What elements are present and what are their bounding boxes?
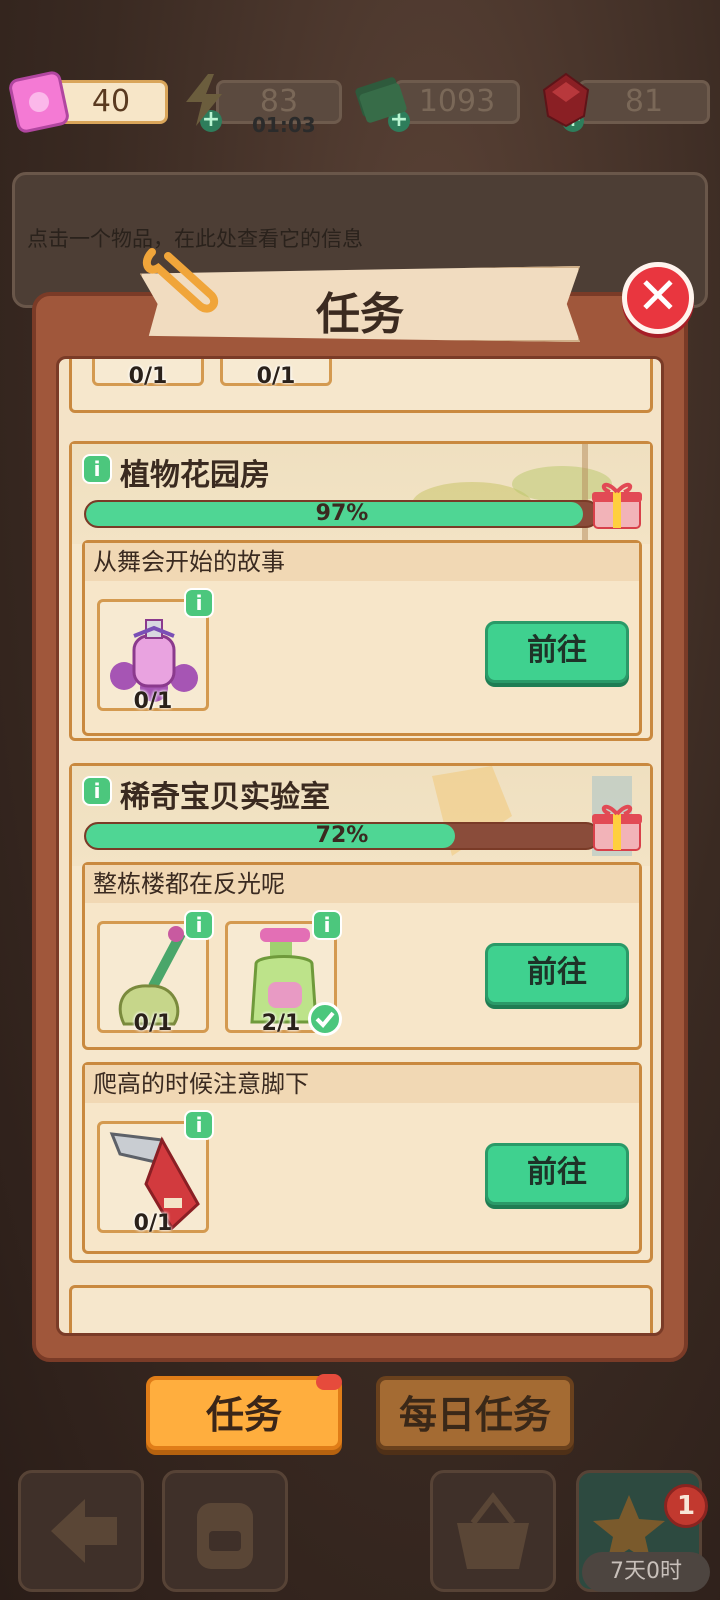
notification-dot (316, 1374, 342, 1390)
item-count: 0/1 (128, 364, 168, 389)
basket-icon (457, 1492, 529, 1569)
item-slot[interactable]: 0/1 (92, 359, 204, 389)
progress-percent: 72% (315, 823, 369, 848)
gift-box-icon[interactable] (590, 478, 644, 532)
task-list-scroll[interactable]: 0/1 0/1 i 植物花园房 97% 从舞会开始的故事 i 0/1 前往 i … (56, 356, 664, 1336)
item-info-icon[interactable]: i (312, 910, 342, 940)
item-slot[interactable]: 0/1 (220, 359, 332, 389)
backpack-button[interactable] (162, 1470, 288, 1592)
tasks-modal: 0/1 0/1 i 植物花园房 97% 从舞会开始的故事 i 0/1 前往 i … (32, 292, 688, 1362)
task-title: 整栋楼都在反光呢 (85, 865, 639, 903)
group-info-icon[interactable]: i (82, 454, 112, 484)
item-info-icon[interactable]: i (184, 588, 214, 618)
close-button[interactable]: ✕ (622, 262, 694, 334)
item-count: 0/1 (256, 364, 296, 389)
task-group-rare-lab: i 稀奇宝贝实验室 72% 整栋楼都在反光呢 i 0/1 i 2/1 前往 爬高… (69, 763, 653, 1263)
task-group-next-partial (69, 1285, 653, 1333)
ruby-icon (542, 72, 590, 128)
shop-basket-button[interactable] (430, 1470, 556, 1592)
event-badge: 1 (664, 1484, 708, 1528)
item-slot[interactable]: i 0/1 (97, 588, 214, 714)
item-info-icon[interactable]: i (184, 1110, 214, 1140)
item-slot[interactable]: i 0/1 (97, 910, 214, 1036)
goto-button[interactable]: 前往 (485, 621, 629, 683)
progress-percent: 97% (315, 501, 369, 526)
cash-value: 1093 (394, 80, 520, 124)
cash-stack-icon (355, 77, 407, 123)
task-title: 从舞会开始的故事 (85, 543, 639, 581)
checkmark-icon (308, 1002, 342, 1036)
task-group-garden-room: i 植物花园房 97% 从舞会开始的故事 i 0/1 前往 (69, 441, 653, 741)
item-slot[interactable]: i 0/1 (97, 1110, 214, 1236)
gem-counter[interactable]: 81 + (540, 72, 710, 132)
cash-counter[interactable]: 1093 + (354, 77, 520, 132)
task-card: 从舞会开始的故事 i 0/1 前往 (82, 540, 642, 736)
task-card: 整栋楼都在反光呢 i 0/1 i 2/1 前往 (82, 862, 642, 1050)
item-count: 0/1 (133, 1211, 173, 1236)
task-group-partial: 0/1 0/1 (69, 359, 653, 413)
group-info-icon[interactable]: i (82, 776, 112, 806)
item-info-icon[interactable]: i (184, 910, 214, 940)
item-count: 0/1 (133, 1011, 173, 1036)
lightning-icon (186, 74, 222, 126)
tab-daily-tasks[interactable]: 每日任务 (376, 1376, 574, 1450)
group-progress-bar: 72% (84, 822, 600, 850)
goto-button[interactable]: 前往 (485, 1143, 629, 1205)
gem-value: 81 (578, 80, 710, 124)
ticket-icon (9, 71, 69, 133)
group-progress-bar: 97% (84, 500, 600, 528)
task-title: 爬高的时候注意脚下 (85, 1065, 639, 1103)
paperclip-icon (142, 248, 219, 313)
gift-box-icon[interactable] (590, 800, 644, 854)
group-name: 植物花园房 (120, 458, 270, 493)
backpack-icon (197, 1503, 253, 1569)
item-slot[interactable]: i 2/1 (225, 910, 342, 1036)
ticket-counter[interactable]: 40 (8, 71, 168, 133)
arrow-left-icon (51, 1499, 117, 1563)
task-card: 爬高的时候注意脚下 i 0/1 前往 (82, 1062, 642, 1254)
tab-tasks[interactable]: 任务 (146, 1376, 342, 1450)
goto-button[interactable]: 前往 (485, 943, 629, 1005)
event-timer: 7天0时 (582, 1552, 710, 1592)
energy-timer: 01:03 (252, 113, 316, 137)
back-button[interactable] (18, 1470, 144, 1592)
item-count: 0/1 (133, 689, 173, 714)
group-name: 稀奇宝贝实验室 (120, 780, 330, 815)
